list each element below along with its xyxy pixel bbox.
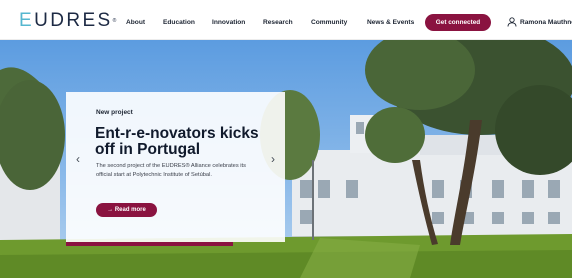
hero-slider: ‹ › New project Ent-r-e-novators kicks o… <box>0 40 572 278</box>
hero-eyebrow: New project <box>96 109 133 116</box>
slide-progress-bar <box>66 242 233 246</box>
logo-text: UDRES <box>34 10 113 31</box>
eudres-logo[interactable]: EUDRES® <box>19 11 116 31</box>
hero-description: The second project of the EUDRES® Allian… <box>96 163 246 178</box>
read-more-button[interactable]: → Read more <box>96 203 157 217</box>
logo-registered-mark: ® <box>112 18 117 24</box>
hero-card: ‹ › New project Ent-r-e-novators kicks o… <box>66 92 285 246</box>
chevron-left-icon[interactable]: ‹ <box>73 152 83 166</box>
user-name: Ramona Mauthner <box>520 19 572 26</box>
site-header: EUDRES® About Education Innovation Resea… <box>0 0 572 40</box>
nav-item-news-events[interactable]: News & Events <box>367 18 414 27</box>
get-connected-button[interactable]: Get connected <box>425 14 491 31</box>
nav-item-education[interactable]: Education <box>163 18 195 27</box>
user-icon <box>507 17 517 27</box>
nav-item-innovation[interactable]: Innovation <box>212 18 245 27</box>
hero-title: Ent-r-e-novators kicks off in Portugal <box>95 125 259 158</box>
nav-item-research[interactable]: Research <box>263 18 293 27</box>
chevron-right-icon[interactable]: › <box>268 152 278 166</box>
nav-item-about[interactable]: About <box>126 18 145 27</box>
logo-first-letter: E <box>19 10 35 31</box>
nav-item-community[interactable]: Community <box>311 18 347 27</box>
